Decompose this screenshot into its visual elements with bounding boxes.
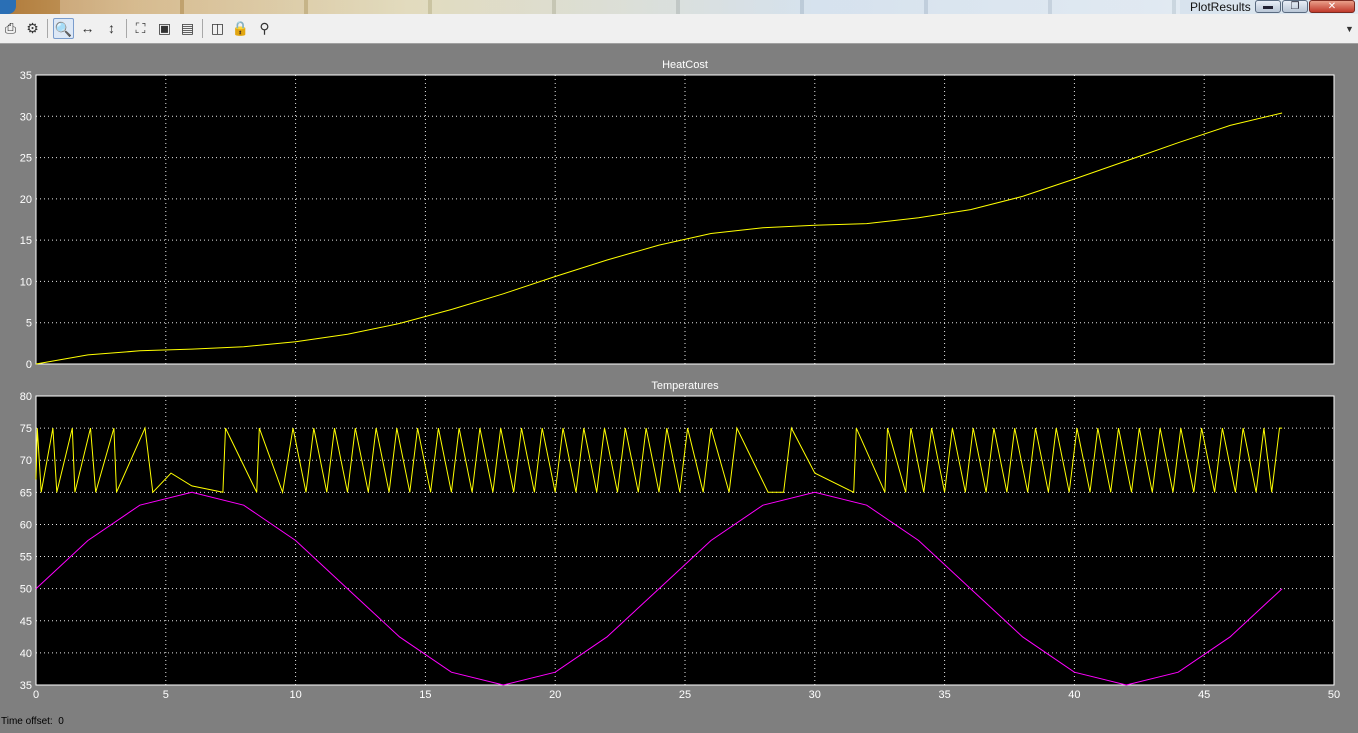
zoom-y-icon[interactable]: ↕ (101, 18, 122, 39)
y-tick-label: 60 (20, 519, 32, 531)
y-tick-label: 40 (20, 648, 32, 660)
y-tick-label: 0 (26, 359, 32, 371)
y-tick-label: 70 (20, 455, 32, 467)
window-title: PlotResults (1190, 0, 1251, 14)
time-offset-label: Time offset: (1, 716, 53, 727)
y-tick-label: 5 (26, 318, 32, 330)
x-tick-label: 20 (549, 689, 561, 701)
maximize-button[interactable]: ❐ (1282, 0, 1308, 13)
y-tick-label: 45 (20, 616, 32, 628)
x-tick-label: 50 (1328, 689, 1340, 701)
y-tick-label: 35 (20, 70, 32, 82)
time-offset-readout: Time offset: 0 (1, 716, 64, 727)
y-tick-label: 20 (20, 194, 32, 206)
restore-axes-icon[interactable]: ▤ (177, 18, 198, 39)
x-tick-label: 40 (1068, 689, 1080, 701)
print-icon[interactable]: ⎙ (0, 18, 21, 39)
y-tick-label: 15 (20, 235, 32, 247)
y-tick-label: 10 (20, 276, 32, 288)
axes-1: Temperatures 0 5 10 15 20 25 30 35 40 45 50 35 40 45 50… (20, 380, 1340, 701)
save-axes-icon[interactable]: ▣ (154, 18, 175, 39)
dock-arrow-icon[interactable]: ▼ (1345, 24, 1354, 34)
toolbar: ⎙ ⚙ 🔍 ↔ ↕ ⛶ ▣ ▤ ◫ 🔒 ⚲ ▼ (0, 14, 1358, 44)
zoom-icon[interactable]: 🔍 (53, 18, 74, 39)
toolbar-separator (126, 19, 127, 38)
floating-scope-icon[interactable]: ◫ (207, 18, 228, 39)
lock-icon[interactable]: 🔒 (230, 18, 251, 39)
x-tick-label: 35 (938, 689, 950, 701)
y-tick-label: 65 (20, 487, 32, 499)
title-bar: PlotResults ▬ ❐ ✕ (0, 0, 1358, 14)
app-icon (0, 0, 16, 14)
x-tick-label: 45 (1198, 689, 1210, 701)
minimize-button[interactable]: ▬ (1255, 0, 1281, 13)
axes-0: HeatCost 0 5 10 15 20 25 30 35 (20, 59, 1335, 371)
signal-selection-icon[interactable]: ⚲ (254, 18, 275, 39)
toolbar-separator (47, 19, 48, 38)
x-tick-label: 15 (419, 689, 431, 701)
y-tick-label: 25 (20, 153, 32, 165)
zoom-x-icon[interactable]: ↔ (77, 18, 98, 39)
x-tick-label: 5 (163, 689, 169, 701)
time-offset-value: 0 (58, 716, 64, 727)
autoscale-icon[interactable]: ⛶ (130, 18, 151, 39)
plot-title: HeatCost (662, 59, 708, 71)
background-taskbar (60, 0, 1180, 14)
scope-plots: HeatCost 0 5 10 15 20 25 30 35 Temperatures 0 5 10 15… (20, 59, 1340, 701)
y-tick-label: 30 (20, 111, 32, 123)
close-button[interactable]: ✕ (1309, 0, 1355, 13)
y-tick-label: 55 (20, 552, 32, 564)
x-tick-label: 0 (33, 689, 39, 701)
y-tick-label: 35 (20, 680, 32, 692)
parameters-icon[interactable]: ⚙ (22, 18, 43, 39)
x-tick-label: 30 (809, 689, 821, 701)
y-tick-label: 50 (20, 584, 32, 596)
x-tick-label: 25 (679, 689, 691, 701)
x-tick-label: 10 (289, 689, 301, 701)
toolbar-separator (202, 19, 203, 38)
y-tick-label: 75 (20, 423, 32, 435)
y-tick-label: 80 (20, 391, 32, 403)
plot-title: Temperatures (651, 380, 719, 392)
